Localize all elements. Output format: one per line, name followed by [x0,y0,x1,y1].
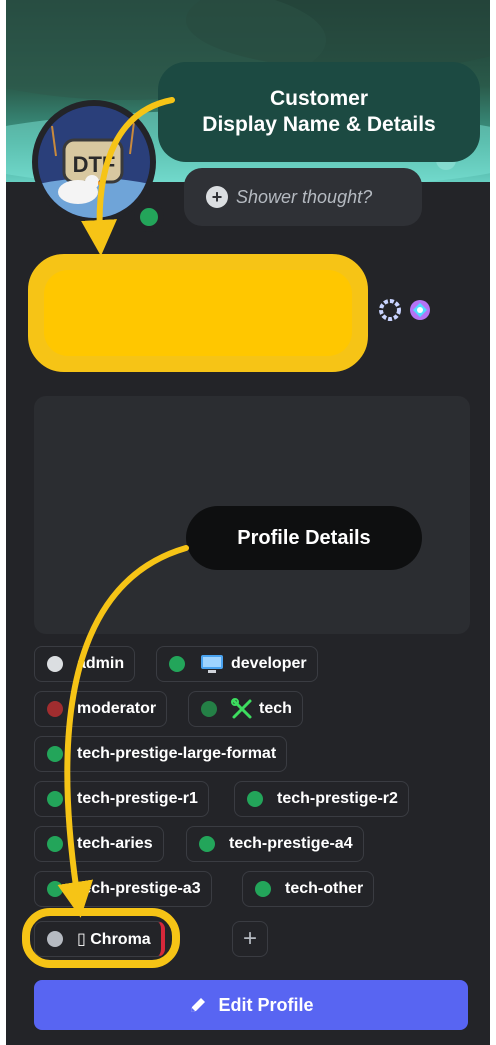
role-color-dot [199,836,215,852]
role-moderator[interactable]: moderator [34,691,168,727]
role-label: moderator [77,700,157,717]
role-label: tech-prestige-r1 [77,790,198,807]
add-status-icon: + [206,186,228,208]
role-color-dot [47,836,63,852]
role-color-dot [47,656,63,672]
avatar-text: DTF [72,152,116,177]
custom-status-bubble[interactable]: + Shower thought? [184,168,422,226]
profile-badges [378,298,432,322]
role-tech-prestige-a4[interactable]: tech-prestige-a4 [186,826,364,862]
role-color-dot [47,791,63,807]
edit-profile-button[interactable]: Edit Profile [34,980,468,1030]
edit-profile-label: Edit Profile [218,994,314,1015]
role-tech-aries[interactable]: tech-aries [34,826,164,862]
role-label: tech-prestige-r2 [277,790,398,807]
customer-callout: Customer Display Name & Details [158,62,480,162]
role-label: admin [77,655,125,672]
role-label: tech-prestige-a4 [229,835,353,852]
display-name-redaction-fill [44,270,352,356]
role-color-dot [169,656,185,672]
display-name-redaction [28,254,368,372]
profile-details-callout-text: Profile Details [237,526,371,549]
role-developer[interactable]: developer [156,646,318,682]
role-tech-prestige-r1[interactable]: tech-prestige-r1 [34,781,209,817]
role-tech-prestige-large-format[interactable]: tech-prestige-large-format [34,736,288,772]
customer-callout-line2: Display Name & Details [202,113,436,136]
role-tech[interactable]: tech [188,691,303,727]
add-role-button[interactable]: + [232,921,268,957]
role-label: tech-other [285,880,364,897]
role-tech-other[interactable]: tech-other [242,871,375,907]
role-label: tech-prestige-large-format [77,745,277,762]
role-label: tech-prestige-a3 [77,880,201,897]
role-color-dot [201,701,217,717]
role-label: tech [259,700,292,717]
customer-callout-line1: Customer [269,86,369,110]
role-color-dot [47,746,63,762]
role-tech-prestige-r2[interactable]: tech-prestige-r2 [234,781,409,817]
plus-icon: + [242,925,257,952]
tools-icon [231,698,253,720]
online-status-indicator [134,202,164,232]
role-admin[interactable]: admin [34,646,136,682]
avatar[interactable]: DTF [32,100,156,224]
nitro-badge-icon[interactable] [408,298,432,322]
role-label: tech-aries [77,835,153,852]
chroma-role-highlight [22,908,180,968]
profile-details-callout: Profile Details [186,506,422,570]
role-color-dot [47,701,63,717]
profile-card: DTF + Shower thought? Customer Display N… [6,0,490,1045]
role-color-dot [47,881,63,897]
role-label: developer [231,655,307,672]
role-color-dot [247,791,263,807]
pencil-icon [188,995,208,1015]
role-color-dot [255,881,271,897]
computer-icon [199,654,225,674]
role-tech-prestige-a3[interactable]: tech-prestige-a3 [34,871,212,907]
status-placeholder: Shower thought? [236,186,373,207]
hypesquad-badge-icon[interactable] [378,298,402,322]
